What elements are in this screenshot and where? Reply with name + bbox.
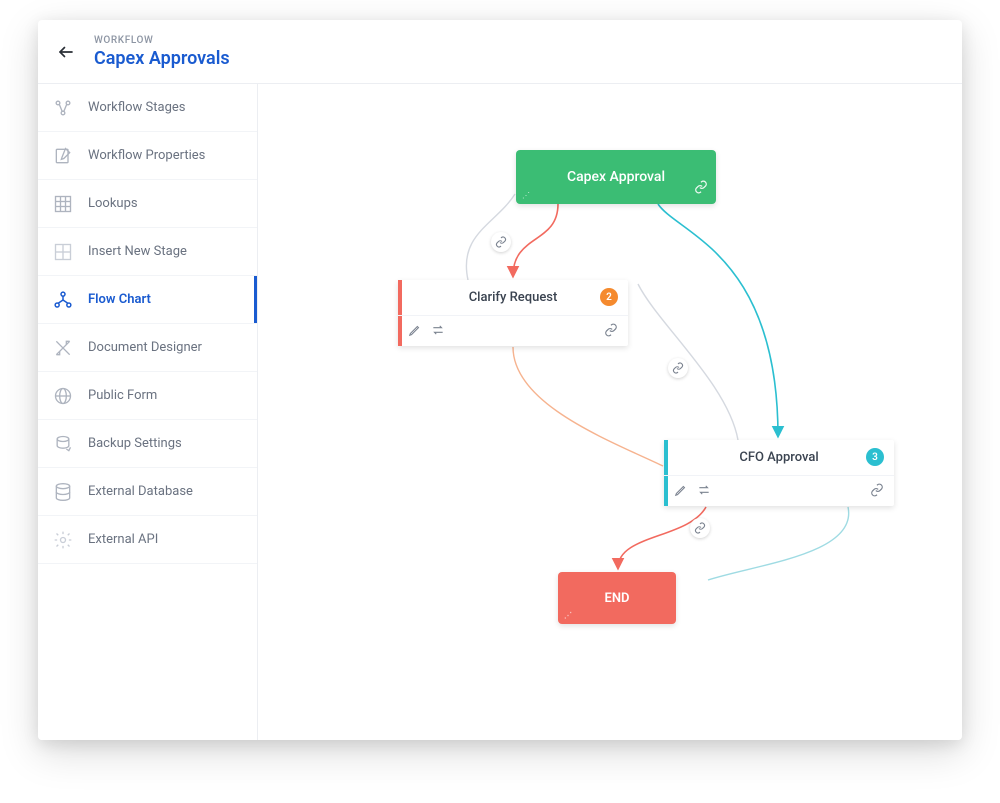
drag-icon: ⋰ bbox=[564, 611, 572, 620]
sidebar-item-label: Workflow Stages bbox=[88, 100, 185, 115]
swap-icon[interactable] bbox=[430, 322, 446, 341]
database-icon bbox=[52, 481, 74, 503]
globe-icon bbox=[52, 385, 74, 407]
edit-icon[interactable] bbox=[674, 482, 688, 501]
edit-doc-icon bbox=[52, 145, 74, 167]
swap-icon[interactable] bbox=[696, 482, 712, 501]
flow-node-cfo-approval[interactable]: CFO Approval 3 bbox=[664, 440, 894, 506]
header: WORKFLOW Capex Approvals bbox=[38, 20, 962, 84]
sidebar-item-label: Flow Chart bbox=[88, 292, 151, 307]
flow-icon bbox=[52, 289, 74, 311]
arrow-left-icon bbox=[57, 43, 75, 61]
header-eyebrow: WORKFLOW bbox=[94, 35, 230, 46]
flow-node-title-row: CFO Approval 3 bbox=[664, 440, 894, 476]
connector-link-icon[interactable] bbox=[668, 358, 688, 378]
flow-node-title: Clarify Request bbox=[469, 290, 558, 305]
flow-canvas[interactable]: Capex Approval ⋰ Clarify Request 2 bbox=[258, 84, 962, 740]
flow-node-label: Capex Approval bbox=[567, 169, 665, 185]
flow-node-tool-row bbox=[664, 476, 894, 506]
connector-link-icon[interactable] bbox=[491, 232, 511, 252]
sidebar-item-external-database[interactable]: External Database bbox=[38, 468, 257, 516]
sidebar-item-label: External API bbox=[88, 532, 158, 547]
flow-node-end[interactable]: END ⋰ bbox=[558, 572, 676, 624]
app-window: WORKFLOW Capex Approvals Workflow Stages… bbox=[38, 20, 962, 740]
flow-node-label: END bbox=[605, 591, 630, 606]
link-icon[interactable] bbox=[694, 180, 708, 198]
sidebar-item-label: Public Form bbox=[88, 388, 157, 403]
header-text: WORKFLOW Capex Approvals bbox=[94, 35, 230, 69]
sidebar-item-external-api[interactable]: External API bbox=[38, 516, 257, 564]
sidebar: Workflow Stages Workflow Properties Look… bbox=[38, 84, 258, 740]
link-icon[interactable] bbox=[604, 322, 618, 341]
flow-node-clarify-request[interactable]: Clarify Request 2 bbox=[398, 280, 628, 346]
flow-node-title-row: Clarify Request 2 bbox=[398, 280, 628, 316]
sidebar-item-lookups[interactable]: Lookups bbox=[38, 180, 257, 228]
page-title: Capex Approvals bbox=[94, 48, 230, 69]
sidebar-item-label: Insert New Stage bbox=[88, 244, 187, 259]
gear-icon bbox=[52, 529, 74, 551]
sidebar-item-backup-settings[interactable]: Backup Settings bbox=[38, 420, 257, 468]
sidebar-item-workflow-properties[interactable]: Workflow Properties bbox=[38, 132, 257, 180]
stage-badge: 2 bbox=[600, 288, 618, 306]
sidebar-item-label: Backup Settings bbox=[88, 436, 182, 451]
grid-plus-icon bbox=[52, 241, 74, 263]
connector-link-icon[interactable] bbox=[690, 518, 710, 538]
sidebar-item-public-form[interactable]: Public Form bbox=[38, 372, 257, 420]
sidebar-item-label: Document Designer bbox=[88, 340, 202, 355]
link-icon[interactable] bbox=[870, 482, 884, 501]
sidebar-item-document-designer[interactable]: Document Designer bbox=[38, 324, 257, 372]
flow-node-start[interactable]: Capex Approval ⋰ bbox=[516, 150, 716, 204]
backup-icon bbox=[52, 433, 74, 455]
sidebar-item-label: Lookups bbox=[88, 196, 138, 211]
design-icon bbox=[52, 337, 74, 359]
back-button[interactable] bbox=[52, 38, 80, 66]
edit-icon[interactable] bbox=[408, 322, 422, 341]
body: Workflow Stages Workflow Properties Look… bbox=[38, 84, 962, 740]
drag-icon: ⋰ bbox=[522, 191, 530, 200]
sidebar-item-label: Workflow Properties bbox=[88, 148, 205, 163]
sidebar-item-insert-new-stage[interactable]: Insert New Stage bbox=[38, 228, 257, 276]
flow-node-title: CFO Approval bbox=[739, 450, 818, 465]
sidebar-item-label: External Database bbox=[88, 484, 193, 499]
stage-badge: 3 bbox=[866, 448, 884, 466]
flow-node-tool-row bbox=[398, 316, 628, 346]
sidebar-item-workflow-stages[interactable]: Workflow Stages bbox=[38, 84, 257, 132]
sidebar-item-flow-chart[interactable]: Flow Chart bbox=[38, 276, 257, 324]
grid-icon bbox=[52, 193, 74, 215]
nodes-icon bbox=[52, 97, 74, 119]
